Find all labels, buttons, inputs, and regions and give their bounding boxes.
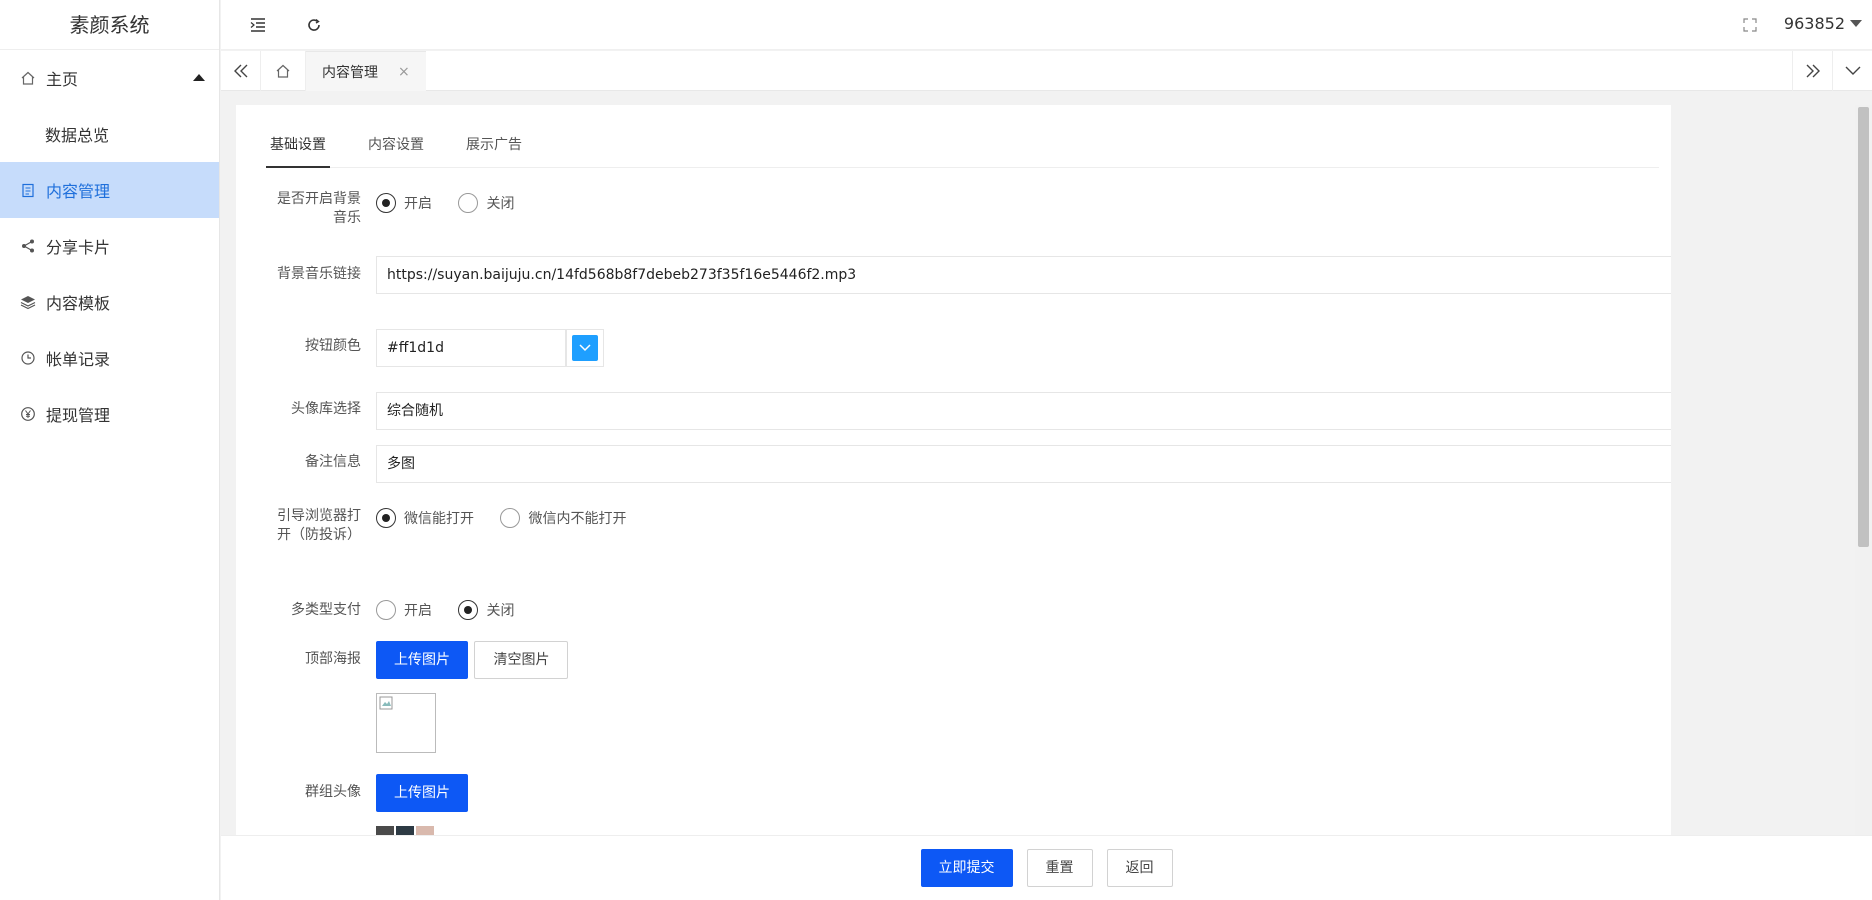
avatar xyxy=(376,826,394,835)
multi-pay-on-radio[interactable]: 开启 xyxy=(376,600,432,620)
sidebar-item-label: 分享卡片 xyxy=(46,238,111,257)
tab-bar: 内容管理 × xyxy=(221,51,1872,91)
radio-label: 关闭 xyxy=(486,603,515,619)
back-button[interactable]: 返回 xyxy=(1106,849,1173,887)
double-chevron-right-icon xyxy=(1806,64,1820,78)
refresh-button[interactable] xyxy=(304,15,324,35)
sidebar-item-withdraw[interactable]: 提现管理 xyxy=(0,386,219,442)
sidebar-item-content-template[interactable]: 内容模板 xyxy=(0,274,219,330)
radio-label: 开启 xyxy=(404,603,432,619)
yen-icon xyxy=(20,406,36,422)
avatar-lib-value: 综合随机 xyxy=(387,403,443,419)
sidebar-item-label: 主页 xyxy=(46,70,79,89)
caret-down-icon xyxy=(1850,20,1862,27)
tabs-scroll-left-button[interactable] xyxy=(221,51,261,91)
double-chevron-left-icon xyxy=(233,64,247,78)
radio-checked-icon xyxy=(376,508,396,528)
button-color-label: 按钮颜色 xyxy=(305,338,361,354)
indent-icon xyxy=(250,18,265,32)
home-icon xyxy=(20,70,36,86)
clock-icon xyxy=(20,350,36,366)
fullscreen-button[interactable] xyxy=(1740,15,1760,35)
remark-label: 备注信息 xyxy=(305,454,361,470)
avatar xyxy=(396,826,414,835)
form-footer: 立即提交 重置 返回 xyxy=(221,835,1872,900)
sidebar-item-label: 提现管理 xyxy=(46,406,111,425)
music-link-label: 背景音乐链接 xyxy=(277,266,361,282)
sidebar-item-home[interactable]: 主页 xyxy=(0,50,219,106)
content-scrollbar[interactable] xyxy=(1855,105,1872,835)
sidebar-item-share-card[interactable]: 分享卡片 xyxy=(0,218,219,274)
tabs-menu-button[interactable] xyxy=(1832,51,1872,91)
radio-unchecked-icon xyxy=(500,508,521,528)
sidebar-item-bill-records[interactable]: 帐单记录 xyxy=(0,330,219,386)
top-poster-preview xyxy=(376,693,436,753)
form-tabs: 基础设置 内容设置 展示广告 xyxy=(266,123,1659,168)
reset-button[interactable]: 重置 xyxy=(1026,849,1093,887)
collapse-menu-button[interactable] xyxy=(248,15,268,35)
share-icon xyxy=(20,238,36,254)
submit-button[interactable]: 立即提交 xyxy=(920,849,1013,887)
group-avatar-upload-button[interactable]: 上传图片 xyxy=(376,774,468,812)
clipboard-icon xyxy=(20,182,36,198)
avatar xyxy=(416,826,434,835)
home-icon xyxy=(276,64,290,78)
guide-browser-label: 引导浏览器打开（防投诉） xyxy=(277,508,361,543)
tabs-scroll-right-button[interactable] xyxy=(1792,51,1832,91)
radio-label: 微信能打开 xyxy=(404,511,474,527)
sidebar-item-label: 数据总览 xyxy=(45,126,110,145)
top-poster-clear-button[interactable]: 清空图片 xyxy=(474,641,569,679)
sidebar-item-label: 帐单记录 xyxy=(46,350,111,369)
music-link-input[interactable]: https://suyan.baijuju.cn/14fd568b8f7debe… xyxy=(376,256,1671,294)
color-picker-button[interactable] xyxy=(566,329,604,367)
caret-up-icon xyxy=(193,74,205,81)
top-poster-label: 顶部海报 xyxy=(305,651,361,667)
avatar-lib-select[interactable]: 综合随机 xyxy=(376,392,1671,430)
tab-label: 内容管理 xyxy=(322,64,378,81)
remark-input[interactable]: 多图 xyxy=(376,445,1671,483)
sidebar-item-label: 内容管理 xyxy=(46,182,111,201)
content-panel: 基础设置 内容设置 展示广告 是否开启背景音乐 开启 关闭 背景音乐链接 htt… xyxy=(236,105,1671,835)
user-name: 963852 xyxy=(1783,14,1845,33)
app-logo: 素颜系统 xyxy=(0,0,219,50)
sidebar: 素颜系统 主页 数据总览 内容管理 分享卡片 内容模板 帐单记录 提现管理 xyxy=(0,0,220,900)
user-menu[interactable]: 963852 xyxy=(1784,14,1862,33)
button-color-input[interactable]: #ff1d1d xyxy=(376,329,566,367)
radio-label: 开启 xyxy=(404,196,432,212)
tab-home-button[interactable] xyxy=(261,51,306,91)
group-avatar-thumbs xyxy=(376,826,434,835)
radio-label: 微信内不能打开 xyxy=(528,511,627,527)
group-avatar-label: 群组头像 xyxy=(305,784,361,800)
scrollbar-thumb[interactable] xyxy=(1858,107,1869,547)
tab-content-management[interactable]: 内容管理 × xyxy=(306,51,426,91)
broken-image-icon xyxy=(379,696,393,710)
sidebar-item-label: 内容模板 xyxy=(46,294,111,313)
chevron-down-icon xyxy=(572,335,598,361)
radio-unchecked-icon xyxy=(458,193,479,213)
close-icon[interactable]: × xyxy=(398,64,410,80)
top-header: 963852 xyxy=(221,0,1872,50)
refresh-icon xyxy=(308,18,320,31)
radio-checked-icon xyxy=(458,600,479,620)
tab-ads[interactable]: 展示广告 xyxy=(462,123,526,168)
top-poster-upload-button[interactable]: 上传图片 xyxy=(376,641,468,679)
radio-unchecked-icon xyxy=(376,600,396,620)
sidebar-item-data-overview[interactable]: 数据总览 xyxy=(0,106,219,162)
bg-music-label: 是否开启背景音乐 xyxy=(277,191,361,226)
tab-content-settings[interactable]: 内容设置 xyxy=(364,123,428,168)
tab-basic-settings[interactable]: 基础设置 xyxy=(266,123,330,168)
guide-browser-opt2-radio[interactable]: 微信内不能打开 xyxy=(500,508,626,528)
chevron-down-icon xyxy=(1845,66,1860,75)
fullscreen-icon xyxy=(1743,18,1757,32)
radio-checked-icon xyxy=(376,193,396,213)
multi-pay-label: 多类型支付 xyxy=(291,602,361,618)
sidebar-item-content-management[interactable]: 内容管理 xyxy=(0,162,219,218)
bg-music-off-radio[interactable]: 关闭 xyxy=(458,193,514,213)
radio-label: 关闭 xyxy=(486,196,515,212)
layers-icon xyxy=(20,294,36,310)
multi-pay-off-radio[interactable]: 关闭 xyxy=(458,600,514,620)
avatar-lib-label: 头像库选择 xyxy=(291,401,361,417)
bg-music-on-radio[interactable]: 开启 xyxy=(376,193,432,213)
guide-browser-opt1-radio[interactable]: 微信能打开 xyxy=(376,508,474,528)
